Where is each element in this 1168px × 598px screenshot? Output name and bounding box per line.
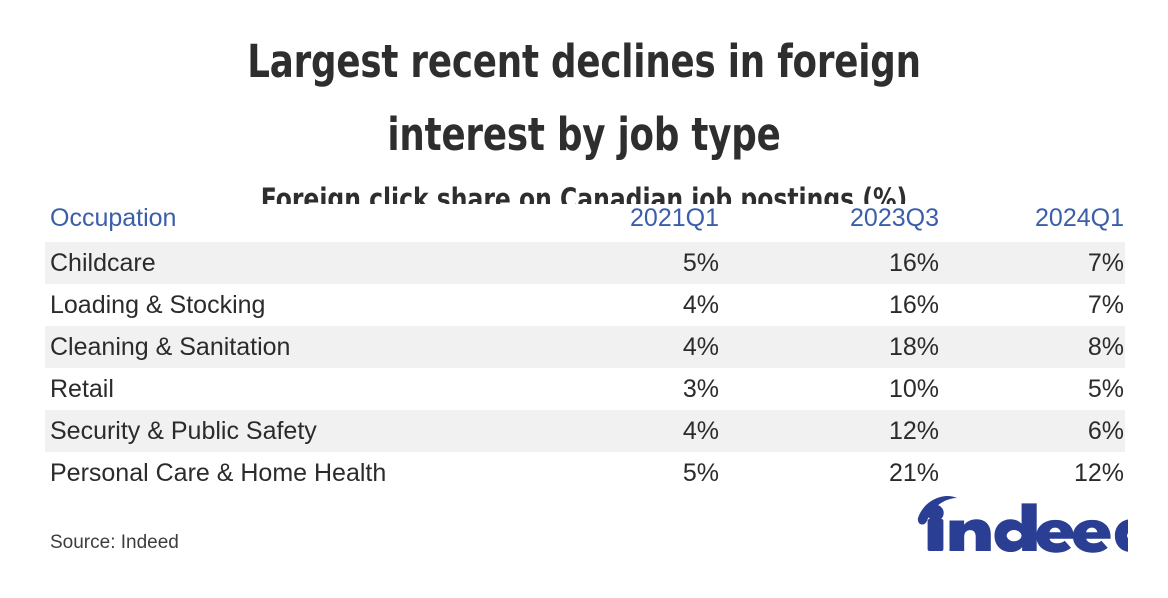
table-body: Childcare 5% 16% 7% Loading & Stocking 4…	[45, 242, 1125, 494]
cell-2024q1: 6%	[940, 410, 1125, 452]
cell-2023q3: 18%	[720, 326, 940, 368]
title-block: Largest recent declines in foreign inter…	[0, 26, 1168, 216]
cell-2024q1: 5%	[940, 368, 1125, 410]
data-table-container: Occupation 2021Q1 2023Q3 2024Q1 Childcar…	[45, 204, 1125, 494]
source-note: Source: Indeed	[50, 532, 179, 553]
cell-occupation: Loading & Stocking	[45, 284, 530, 326]
indeed-logo	[916, 492, 1128, 554]
table-header-row: Occupation 2021Q1 2023Q3 2024Q1	[45, 204, 1125, 242]
cell-occupation: Childcare	[45, 242, 530, 284]
column-header-2021q1: 2021Q1	[530, 204, 720, 242]
cell-occupation: Retail	[45, 368, 530, 410]
cell-occupation: Cleaning & Sanitation	[45, 326, 530, 368]
cell-2021q1: 3%	[530, 368, 720, 410]
cell-2024q1: 8%	[940, 326, 1125, 368]
cell-2021q1: 5%	[530, 452, 720, 494]
cell-occupation: Security & Public Safety	[45, 410, 530, 452]
table-row: Retail 3% 10% 5%	[45, 368, 1125, 410]
cell-2021q1: 4%	[530, 410, 720, 452]
table-row: Loading & Stocking 4% 16% 7%	[45, 284, 1125, 326]
cell-2021q1: 5%	[530, 242, 720, 284]
cell-occupation: Personal Care & Home Health	[45, 452, 530, 494]
table-header: Occupation 2021Q1 2023Q3 2024Q1	[45, 204, 1125, 242]
cell-2023q3: 21%	[720, 452, 940, 494]
cell-2024q1: 12%	[940, 452, 1125, 494]
table-row: Childcare 5% 16% 7%	[45, 242, 1125, 284]
table-row: Personal Care & Home Health 5% 21% 12%	[45, 452, 1125, 494]
cell-2024q1: 7%	[940, 242, 1125, 284]
cell-2024q1: 7%	[940, 284, 1125, 326]
table-row: Security & Public Safety 4% 12% 6%	[45, 410, 1125, 452]
column-header-2024q1: 2024Q1	[940, 204, 1125, 242]
column-header-occupation: Occupation	[45, 204, 530, 242]
cell-2023q3: 10%	[720, 368, 940, 410]
cell-2023q3: 16%	[720, 284, 940, 326]
cell-2023q3: 16%	[720, 242, 940, 284]
column-header-2023q3: 2023Q3	[720, 204, 940, 242]
cell-2021q1: 4%	[530, 284, 720, 326]
page-title: Largest recent declines in foreign inter…	[247, 35, 921, 161]
data-table: Occupation 2021Q1 2023Q3 2024Q1 Childcar…	[45, 204, 1125, 494]
cell-2021q1: 4%	[530, 326, 720, 368]
table-row: Cleaning & Sanitation 4% 18% 8%	[45, 326, 1125, 368]
figure-root: Largest recent declines in foreign inter…	[0, 0, 1168, 598]
cell-2023q3: 12%	[720, 410, 940, 452]
